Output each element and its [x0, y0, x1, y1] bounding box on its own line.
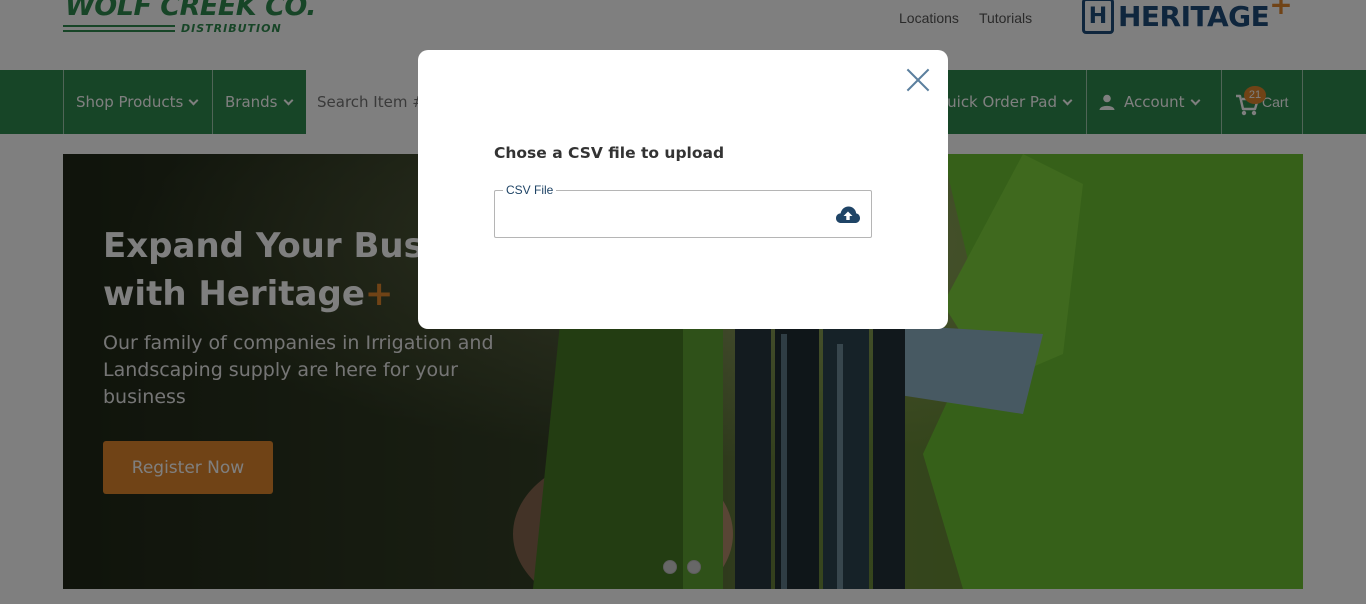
csv-file-field[interactable]: CSV File	[494, 183, 872, 238]
close-icon[interactable]	[905, 67, 931, 93]
csv-upload-modal: Chose a CSV file to upload CSV File	[418, 50, 948, 329]
modal-heading: Chose a CSV file to upload	[494, 144, 725, 162]
upload-cloud-icon[interactable]	[835, 205, 861, 225]
csv-file-label: CSV File	[503, 183, 557, 197]
